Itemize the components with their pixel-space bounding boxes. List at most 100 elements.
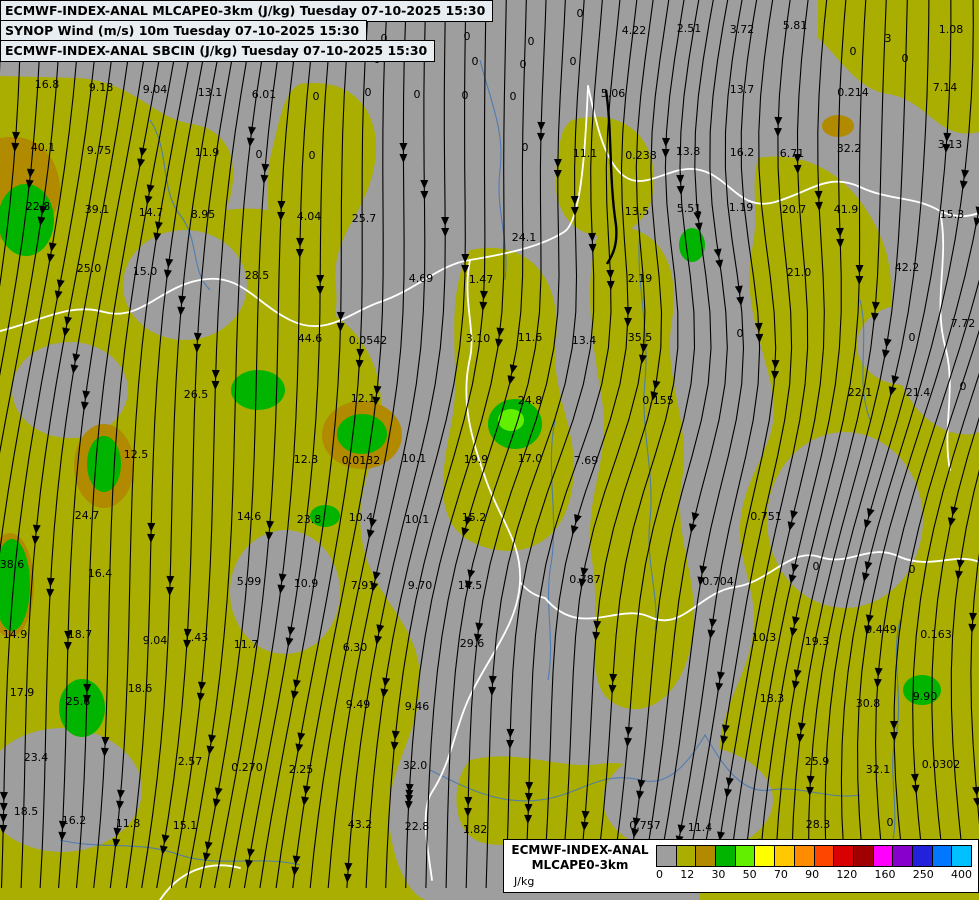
legend-tick-row: 01230507090120160250400 <box>656 867 972 881</box>
map-value-label: 0 <box>313 90 320 103</box>
map-value-label: 12.1 <box>351 392 376 405</box>
map-value-label: 5.99 <box>237 575 262 588</box>
map-value-label: 1.82 <box>463 823 488 836</box>
map-value-label: 4.69 <box>409 272 434 285</box>
legend-color-cell <box>854 846 874 866</box>
map-value-label: 15.3 <box>940 208 965 221</box>
legend-tick-label: 90 <box>805 868 819 881</box>
map-value-label: 3.72 <box>730 23 755 36</box>
map-value-label: 11.6 <box>518 331 543 344</box>
legend-tick-label: 30 <box>711 868 725 881</box>
legend-color-cell <box>657 846 677 866</box>
cape-gap <box>230 530 340 654</box>
map-value-label: 0 <box>462 89 469 102</box>
map-value-label: 9.46 <box>405 700 430 713</box>
map-value-label: 0 <box>309 149 316 162</box>
map-value-label: 24.7 <box>75 509 100 522</box>
cape-patch-green <box>337 414 387 454</box>
map-value-label: 25.6 <box>66 695 91 708</box>
legend-bar-wrap: 01230507090120160250400 <box>656 840 978 892</box>
map-value-label: 5.51 <box>677 202 702 215</box>
title-line-mlcape: ECMWF-INDEX-ANAL MLCAPE0-3km (J/kg) Tues… <box>0 0 493 22</box>
map-value-label: 10.4 <box>349 511 374 524</box>
map-value-label: 18.5 <box>14 805 39 818</box>
legend-tick-label: 400 <box>951 868 972 881</box>
map-value-label: 23.8 <box>297 513 322 526</box>
map-value-label: 11.4 <box>688 821 713 834</box>
map-value-label: 0 <box>472 55 479 68</box>
map-value-label: 9.18 <box>89 81 114 94</box>
map-value-label: 38.6 <box>0 558 24 571</box>
legend-color-cell <box>696 846 716 866</box>
map-value-label: 0.155 <box>642 394 674 407</box>
legend-color-cell <box>952 846 971 866</box>
title-line-sbcin: ECMWF-INDEX-ANAL SBCIN (J/kg) Tuesday 07… <box>0 40 435 62</box>
map-value-label: 28.3 <box>806 818 831 831</box>
legend-color-cell <box>834 846 854 866</box>
legend-color-cell <box>716 846 736 866</box>
map-value-label: 0.449 <box>865 623 897 636</box>
map-value-label: 9.49 <box>346 698 371 711</box>
map-value-label: 5.06 <box>601 87 626 100</box>
map-value-label: 10.9 <box>294 577 319 590</box>
map-value-label: 16.8 <box>35 78 60 91</box>
map-value-label: 15.0 <box>133 265 158 278</box>
map-value-label: 24.8 <box>518 394 543 407</box>
map-value-label: 0.214 <box>837 86 869 99</box>
map-value-label: 2.51 <box>677 22 702 35</box>
map-value-label: 1.19 <box>729 201 754 214</box>
map-value-label: 7.69 <box>574 454 599 467</box>
legend-tick-label: 160 <box>875 868 896 881</box>
map-value-label: 39.1 <box>85 203 110 216</box>
map-value-label: 0 <box>365 86 372 99</box>
legend-title: ECMWF-INDEX-ANAL MLCAPE0-3km J/kg <box>504 840 656 892</box>
map-value-label: 22.1 <box>848 386 873 399</box>
map-value-label: 0.0542 <box>349 334 388 347</box>
map-value-label: 1.47 <box>469 273 494 286</box>
weather-map: 04.222.513.725.8131.08000000000016.89.18… <box>0 0 979 900</box>
map-value-label: 11.7 <box>234 638 259 651</box>
weather-map-screen: 04.222.513.725.8131.08000000000016.89.18… <box>0 0 979 900</box>
map-value-label: 13.4 <box>572 334 597 347</box>
legend-tick-label: 0 <box>656 868 663 881</box>
map-value-label: 17.9 <box>10 686 35 699</box>
map-value-label: 11.9 <box>195 146 220 159</box>
map-value-label: 24.1 <box>512 231 537 244</box>
legend-tick-label: 12 <box>680 868 694 881</box>
map-value-label: 9.70 <box>408 579 433 592</box>
map-value-label: 0 <box>813 560 820 573</box>
map-value-label: 0 <box>256 148 263 161</box>
map-value-label: 18.3 <box>760 692 785 705</box>
map-value-label: 0.270 <box>231 761 263 774</box>
map-value-label: 13.5 <box>625 205 650 218</box>
map-value-label: 1.08 <box>939 23 964 36</box>
map-value-label: 0 <box>577 7 584 20</box>
map-value-label: 16.2 <box>730 146 755 159</box>
map-value-label: 0.757 <box>629 819 661 832</box>
map-value-label: 13.7 <box>730 83 755 96</box>
map-value-label: 2.25 <box>289 763 314 776</box>
map-value-label: 0 <box>902 52 909 65</box>
legend-color-cell <box>815 846 835 866</box>
map-value-label: 0 <box>414 88 421 101</box>
map-value-label: 5.81 <box>783 19 808 32</box>
map-value-label: 14.9 <box>3 628 28 641</box>
map-value-label: 2.57 <box>178 755 203 768</box>
legend-color-cell <box>775 846 795 866</box>
map-value-label: 1.43 <box>184 631 209 644</box>
map-value-label: 22.8 <box>405 820 430 833</box>
legend-color-bar <box>656 845 972 867</box>
map-value-label: 16.4 <box>88 567 113 580</box>
legend-unit: J/kg <box>504 874 534 889</box>
map-value-label: 15.1 <box>173 819 198 832</box>
map-value-label: 6.01 <box>252 88 277 101</box>
map-value-label: 21.4 <box>906 386 931 399</box>
legend-tick-label: 120 <box>836 868 857 881</box>
map-value-label: 12.5 <box>124 448 149 461</box>
map-value-label: 7.91 <box>351 579 376 592</box>
map-value-label: 0 <box>464 30 471 43</box>
map-value-label: 10.3 <box>752 631 777 644</box>
legend-color-cell <box>893 846 913 866</box>
legend-color-cell <box>913 846 933 866</box>
map-value-label: 32.0 <box>403 759 428 772</box>
